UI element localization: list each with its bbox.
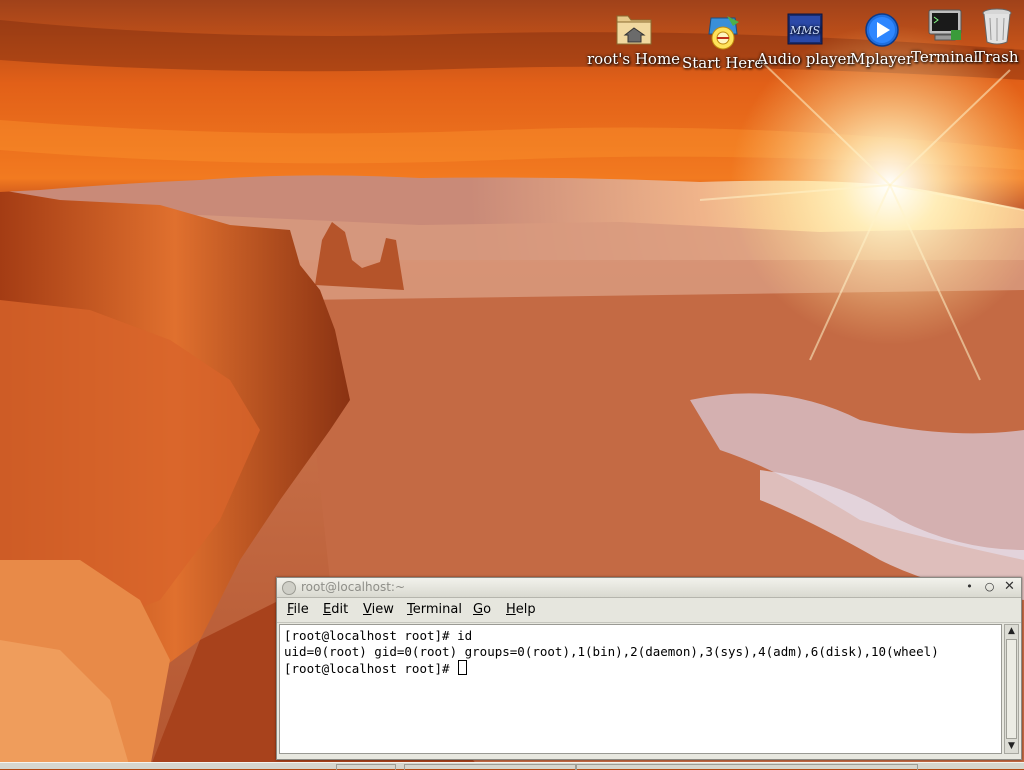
- menu-edit[interactable]: Edit: [323, 602, 348, 617]
- trash-icon: [982, 8, 1012, 45]
- scroll-up-arrow-icon[interactable]: ▲: [1006, 626, 1017, 637]
- text-cursor: [458, 660, 468, 675]
- xmms-icon: MMS: [787, 13, 823, 45]
- terminal-output[interactable]: [root@localhost root]# id uid=0(root) gid…: [279, 624, 1002, 754]
- menu-accel: G: [473, 602, 484, 617]
- menu-terminal[interactable]: Terminal: [407, 602, 462, 617]
- desktop-icon-label: root's Home: [587, 50, 681, 68]
- window-menu-icon[interactable]: [282, 581, 296, 595]
- menu-help[interactable]: Help: [506, 602, 536, 617]
- desktop-icon-home[interactable]: root's Home: [587, 8, 680, 68]
- menu-label: erminal: [412, 602, 462, 617]
- terminal-window[interactable]: root@localhost:~ • ○ ✕ File Edit View Te…: [276, 577, 1022, 760]
- scroll-down-arrow-icon[interactable]: ▼: [1006, 741, 1017, 752]
- desktop-icon-start-here[interactable]: Start Here: [682, 12, 763, 72]
- panel-button[interactable]: [336, 764, 396, 770]
- desktop-icon-mplayer[interactable]: Mplayer: [850, 8, 913, 68]
- play-icon: [864, 13, 899, 47]
- terminal-line: [root@localhost root]# id: [284, 628, 473, 643]
- terminal-icon: [928, 9, 962, 41]
- menu-file[interactable]: File: [287, 602, 309, 617]
- vertical-scrollbar[interactable]: ▲ ▼: [1004, 624, 1019, 754]
- scrollbar-thumb[interactable]: [1006, 639, 1017, 739]
- menu-accel: H: [506, 602, 516, 617]
- desktop-icon-label: Trash: [975, 48, 1019, 66]
- window-title: root@localhost:~: [301, 580, 406, 594]
- desktop-icon-audio-player[interactable]: MMS Audio player: [757, 8, 854, 68]
- minimize-button[interactable]: •: [962, 580, 977, 594]
- taskbar-button[interactable]: [404, 764, 576, 770]
- menu-accel: E: [323, 602, 332, 617]
- terminal-prompt-line: [root@localhost root]#: [284, 660, 997, 677]
- home-folder-icon: [616, 15, 652, 45]
- svg-text:MMS: MMS: [789, 24, 821, 37]
- desktop-icon-label: Start Here: [682, 54, 764, 72]
- desktop-icon-trash[interactable]: Trash: [975, 6, 1018, 66]
- close-button[interactable]: ✕: [1002, 580, 1017, 594]
- desktop-icon-label: Mplayer: [850, 50, 914, 68]
- menu-view[interactable]: View: [363, 602, 394, 617]
- desktop-icon-label: Audio player: [757, 50, 854, 68]
- menu-label: dit: [331, 602, 349, 617]
- start-here-icon: [708, 16, 739, 50]
- taskbar-area[interactable]: [576, 764, 918, 770]
- menu-label: iew: [371, 602, 394, 617]
- menu-accel: V: [363, 602, 372, 617]
- terminal-line: [root@localhost root]#: [284, 661, 458, 676]
- menu-label: elp: [515, 602, 536, 617]
- desktop-icon-terminal[interactable]: Terminal: [911, 6, 978, 66]
- terminal-line: uid=0(root) gid=0(root) groups=0(root),1…: [284, 644, 939, 659]
- menu-bar: File Edit View Terminal Go Help: [277, 598, 1021, 623]
- menu-label: o: [483, 602, 492, 617]
- menu-go[interactable]: Go: [473, 602, 491, 617]
- maximize-button[interactable]: ○: [982, 580, 997, 594]
- window-titlebar[interactable]: root@localhost:~ • ○ ✕: [277, 578, 1021, 598]
- desktop-icon-label: Terminal: [911, 48, 979, 66]
- menu-label: ile: [293, 602, 309, 617]
